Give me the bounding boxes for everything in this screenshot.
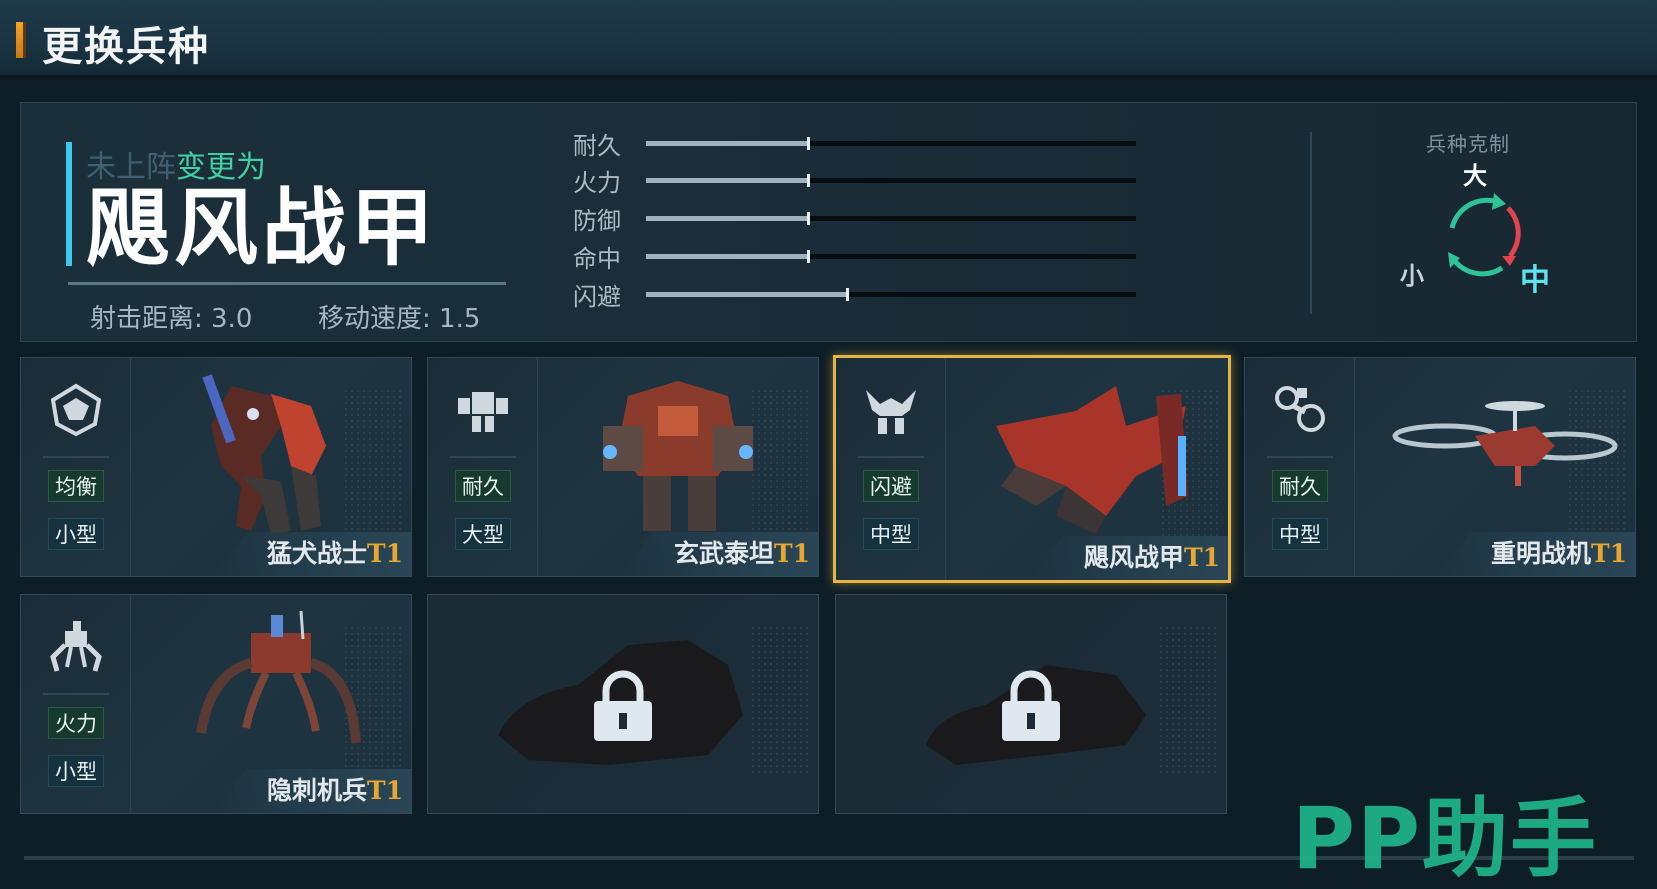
- unit-name-label: 猛犬战士T1: [266, 539, 403, 568]
- unit-name-label: 玄武泰坦T1: [673, 539, 810, 568]
- counter-cycle-diagram: 大 小 中: [1400, 161, 1550, 298]
- mech-artwork: [603, 381, 753, 531]
- selected-unit-name: 飓风战甲: [86, 179, 439, 277]
- locked-unit-slot[interactable]: [427, 594, 819, 814]
- mech-artwork: [202, 374, 326, 534]
- info-vertical-divider: [1310, 132, 1312, 314]
- mech-artwork: [996, 386, 1188, 534]
- arrow-head-large-to-medium: [1502, 256, 1516, 266]
- unit-card-chongming[interactable]: 耐久 中型 重明战机T1: [1244, 357, 1636, 577]
- title-accent-bar: [16, 22, 26, 58]
- arrow-medium-to-small: [1452, 258, 1504, 277]
- unit-type-tag: 闪避: [863, 470, 919, 502]
- card-separator: [43, 456, 109, 458]
- attr-label-defense: 防御: [573, 207, 621, 235]
- unit-size-tag: 中型: [863, 518, 919, 550]
- unit-size-tag: 小型: [48, 518, 104, 550]
- card-dot-pattern: [1158, 625, 1218, 775]
- attr-label-evasion: 闪避: [573, 283, 621, 311]
- attr-fill: [646, 174, 810, 187]
- aircraft-artwork: [1392, 401, 1618, 486]
- agile-mech-icon: [866, 390, 916, 434]
- attr-label-firepower: 火力: [573, 169, 621, 197]
- unit-type-tag: 均衡: [48, 470, 104, 502]
- unit-name-label: 飓风战甲T1: [1083, 543, 1220, 572]
- aircraft-icon: [1275, 386, 1325, 432]
- unit-name-label: 重明战机T1: [1490, 539, 1627, 568]
- lock-icon: [1002, 670, 1060, 741]
- unit-card-mengquan[interactable]: 均衡 小型 猛犬战士T1: [20, 357, 412, 577]
- unit-size-tag: 中型: [1272, 518, 1328, 550]
- attr-bar-firepower: [646, 174, 1136, 187]
- attr-fill: [646, 288, 849, 301]
- attr-bar-evasion: [646, 288, 1136, 301]
- page-title: 更换兵种: [42, 23, 210, 70]
- unit-size-tag: 大型: [455, 518, 511, 550]
- counter-medium: 中: [1520, 263, 1550, 298]
- card-separator: [1267, 456, 1333, 458]
- unit-size-tag: 小型: [48, 755, 104, 787]
- unit-card-yinci[interactable]: 火力 小型 隐刺机兵T1: [20, 594, 412, 814]
- speed-stat: 移动速度: 1.5: [318, 304, 481, 334]
- attr-fill: [646, 137, 810, 150]
- card-separator: [858, 456, 924, 458]
- attr-bar-durability: [646, 137, 1136, 150]
- watermark-logo: PP助手: [1292, 789, 1599, 889]
- unit-card-xuanwu[interactable]: 耐久 大型 玄武泰坦T1: [427, 357, 819, 577]
- spider-mech-icon: [50, 621, 102, 672]
- info-divider-line: [68, 282, 506, 285]
- attr-label-accuracy: 命中: [573, 245, 621, 273]
- info-accent-bar: [66, 142, 72, 266]
- range-stat: 射击距离: 3.0: [90, 304, 253, 334]
- locked-unit-slot[interactable]: [835, 594, 1227, 814]
- counter-title: 兵种克制: [1426, 132, 1510, 156]
- unit-type-tag: 耐久: [455, 470, 511, 502]
- title-bar: 更换兵种: [0, 0, 1657, 78]
- balanced-mech-icon: [50, 383, 102, 437]
- arrow-head-small-to-large: [1492, 193, 1506, 210]
- card-separator: [450, 456, 516, 458]
- attr-bar-accuracy: [646, 250, 1136, 263]
- counter-large: 大: [1463, 161, 1487, 190]
- attr-fill: [646, 212, 810, 225]
- titan-mech-icon: [458, 392, 508, 432]
- lock-icon: [594, 670, 652, 741]
- arrow-large-to-medium: [1506, 206, 1521, 258]
- mech-artwork: [196, 610, 361, 744]
- unit-type-tag: 耐久: [1272, 470, 1328, 502]
- card-dot-pattern: [750, 625, 810, 775]
- attr-fill: [646, 250, 810, 263]
- card-separator: [43, 693, 109, 695]
- arrow-small-to-large: [1449, 197, 1499, 229]
- attr-label-durability: 耐久: [573, 132, 621, 160]
- unit-name-label: 隐刺机兵T1: [266, 776, 403, 805]
- unit-type-tag: 火力: [48, 707, 104, 739]
- attr-bar-defense: [646, 212, 1136, 225]
- counter-small: 小: [1400, 261, 1424, 290]
- unit-card-jufeng[interactable]: 闪避 中型 飓风战甲T1: [833, 355, 1231, 583]
